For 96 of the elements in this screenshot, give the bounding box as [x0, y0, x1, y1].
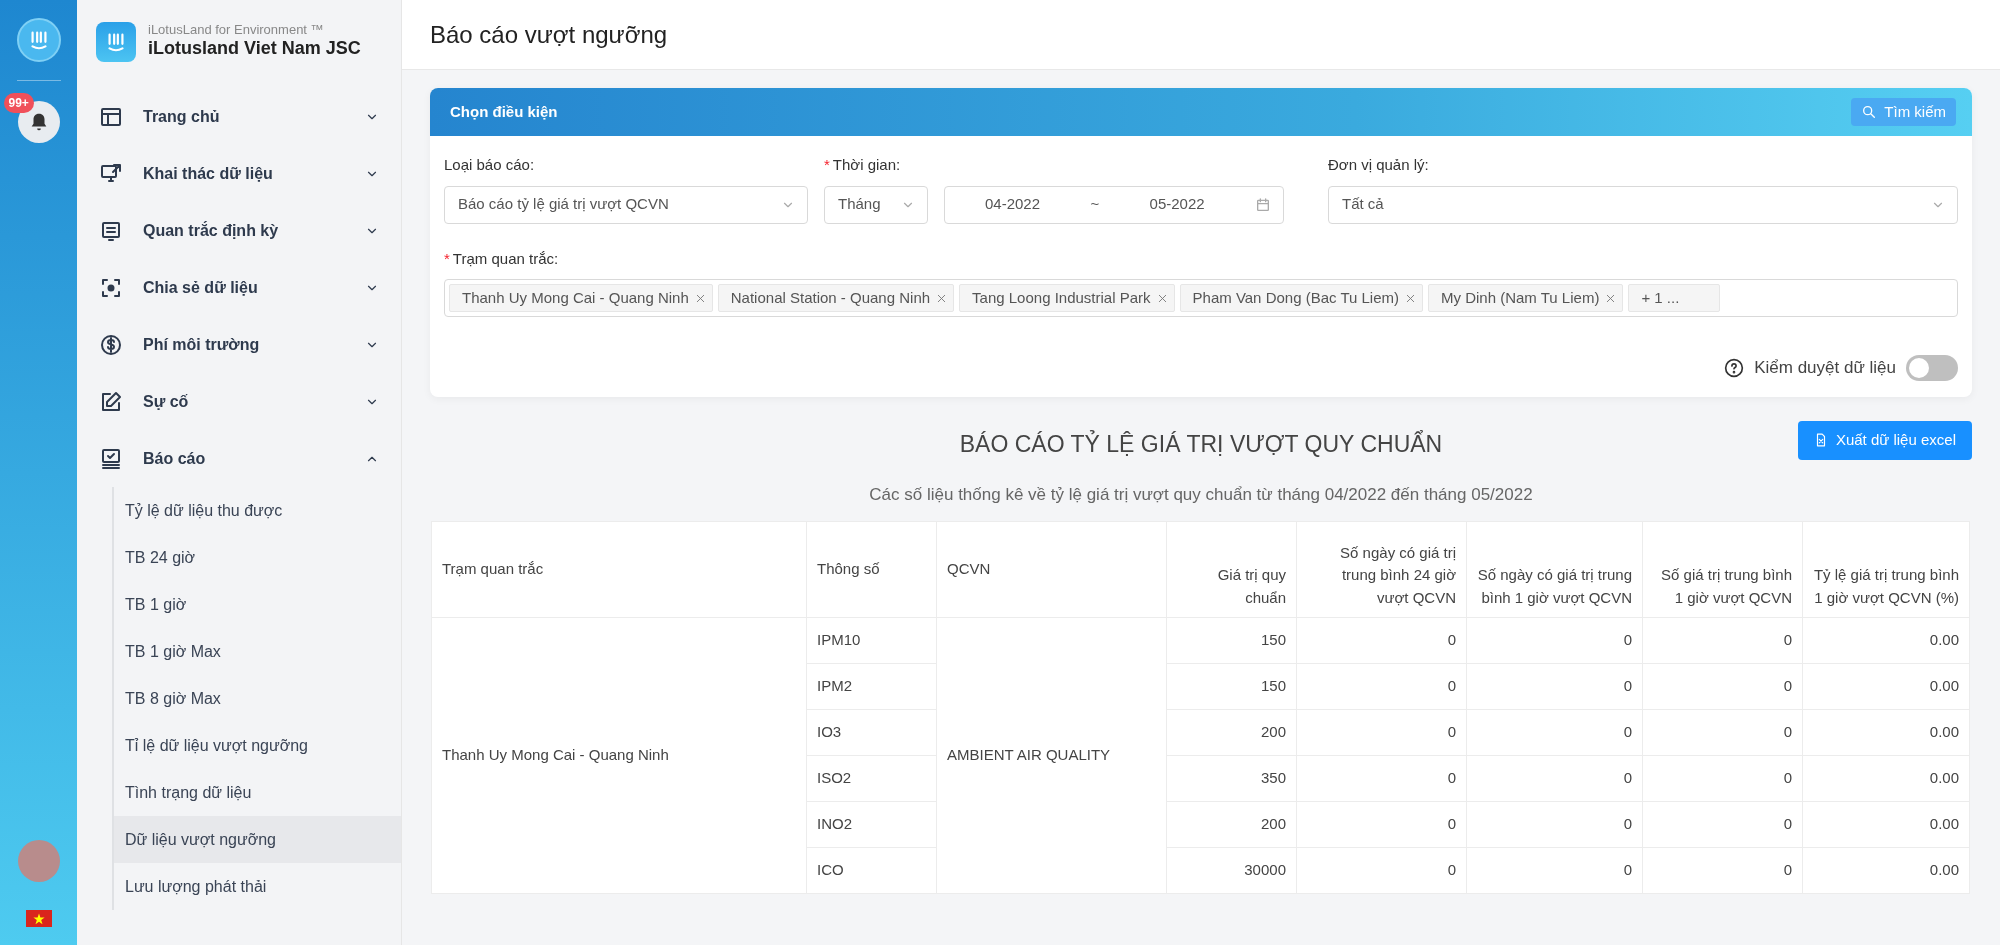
station-tag[interactable]: National Station - Quang Ninh	[717, 284, 955, 312]
table-cell: 0	[1466, 801, 1643, 848]
menu-item[interactable]: Trang chủ	[77, 88, 401, 145]
menu-item[interactable]: Sự cố	[77, 373, 401, 430]
help-icon[interactable]	[1724, 358, 1745, 378]
submenu-item[interactable]: TB 24 giờ	[114, 534, 401, 581]
calendar-icon	[1254, 196, 1271, 213]
table-cell: 0	[1642, 755, 1803, 802]
column-header: Trạm quan trắc	[431, 521, 807, 618]
report-type-select[interactable]: Báo cáo tỷ lệ giá trị vượt QCVN	[444, 185, 808, 224]
submenu-item[interactable]: TB 1 giờ Max	[114, 628, 401, 675]
menu-item[interactable]: Quan trắc định kỳ	[77, 202, 401, 259]
table-cell: 350	[1166, 755, 1297, 802]
station-tag[interactable]: My Dinh (Nam Tu Liem)	[1428, 284, 1624, 312]
card-title: Chọn điều kiện	[450, 101, 558, 122]
page-title: Báo cáo vượt ngưỡng	[402, 0, 2000, 70]
table-cell: AMBIENT AIR QUALITY	[936, 617, 1167, 894]
table-cell: 200	[1166, 709, 1297, 756]
report-subtitle: Các số liệu thống kê về tỷ lệ giá trị vượt quy chuẩn từ tháng 04/2022 đến tháng 05/2022	[868, 483, 1534, 506]
column-header: Số giá trị trung bình 1 giờ vượt QCVN	[1642, 521, 1803, 618]
submenu-item[interactable]: TB 1 giờ	[114, 581, 401, 628]
edit-icon	[99, 389, 123, 414]
column-header: Số ngày có giá trị trung bình 24 giờ vượt QCVN	[1296, 521, 1467, 618]
table-cell: 0	[1466, 663, 1643, 710]
field-label: Trạm quan trắc:	[452, 248, 559, 269]
column-header: Thông số	[806, 521, 937, 618]
search-icon	[1861, 104, 1878, 120]
required-mark: *	[824, 155, 830, 175]
table-cell: 0.00	[1802, 663, 1970, 710]
table-cell: 0	[1296, 755, 1467, 802]
submenu-item[interactable]: Lưu lượng phát thải	[114, 863, 401, 910]
column-header: Tỷ lệ giá trị trung bình 1 giờ vượt QCVN (%)	[1802, 521, 1970, 618]
menu-item[interactable]: Chia sẻ dữ liệu	[77, 259, 401, 316]
field-label: Thời gian:	[832, 155, 901, 175]
more-tag[interactable]: + 1 ...	[1628, 284, 1721, 312]
table-cell: 0	[1642, 663, 1803, 710]
toggle-switch[interactable]	[1906, 355, 1958, 381]
close-icon[interactable]	[1605, 292, 1617, 304]
brand-subtitle: iLotusLand for Environment ™	[148, 23, 325, 38]
column-header: QCVN	[936, 521, 1167, 618]
menu-item[interactable]: Báo cáo	[77, 430, 401, 487]
submenu-item[interactable]: Tình trạng dữ liệu	[114, 769, 401, 816]
close-icon[interactable]	[936, 292, 948, 304]
table-cell: 0.00	[1802, 709, 1970, 756]
close-icon[interactable]	[1405, 292, 1416, 304]
period-select[interactable]: Tháng	[824, 185, 928, 224]
table-cell: 0	[1642, 709, 1803, 756]
field-label: Đơn vị quản lý:	[1328, 155, 1429, 175]
table-cell: Thanh Uy Mong Cai - Quang Ninh	[431, 617, 807, 894]
close-icon[interactable]	[694, 292, 706, 304]
dollar-icon	[99, 332, 123, 357]
report-icon	[99, 446, 123, 471]
table-cell: 0	[1296, 663, 1467, 710]
table-cell: 0	[1296, 801, 1467, 848]
table-cell: 0.00	[1802, 847, 1970, 894]
submenu-item[interactable]: Tỉ lệ dữ liệu vượt ngưỡng	[114, 722, 401, 769]
station-tag[interactable]: Thanh Uy Mong Cai - Quang Ninh	[449, 284, 713, 312]
required-mark: *	[444, 248, 450, 269]
submenu-item[interactable]: Dữ liệu vượt ngưỡng	[114, 816, 401, 863]
date-range-field[interactable]: 04-2022 ~ 05-2022	[944, 185, 1284, 224]
table-cell: 0.00	[1802, 755, 1970, 802]
table-cell: 30000	[1166, 847, 1297, 894]
table-cell: 0	[1296, 617, 1467, 664]
brand-title: iLotusland Viet Nam JSC	[148, 37, 361, 61]
table-cell: 0	[1642, 801, 1803, 848]
table-cell: 0.00	[1802, 617, 1970, 664]
table-cell: 200	[1166, 801, 1297, 848]
table-cell: IPM10	[806, 617, 937, 664]
submenu-item[interactable]: TB 8 giờ Max	[114, 675, 401, 722]
table-cell: 0	[1642, 847, 1803, 894]
toggle-label: Kiểm duyệt dữ liệu	[1754, 357, 1896, 380]
report-title: BÁO CÁO TỶ LỆ GIÁ TRỊ VƯỢT QUY CHUẨN	[959, 429, 1443, 459]
unit-select[interactable]: Tất cả	[1328, 185, 1958, 224]
table-cell: 0	[1642, 617, 1803, 664]
notification-badge: 99+	[3, 93, 34, 113]
table-cell: 0	[1466, 755, 1643, 802]
table-cell: 0	[1296, 709, 1467, 756]
menu-item[interactable]: Khai thác dữ liệu	[77, 145, 401, 202]
logo-icon[interactable]	[16, 18, 61, 62]
submenu-item[interactable]: Tỷ lệ dữ liệu thu được	[114, 487, 401, 534]
table-cell: 0.00	[1802, 801, 1970, 848]
table-cell: 0	[1296, 847, 1467, 894]
station-tag[interactable]: Pham Van Dong (Bac Tu Liem)	[1179, 284, 1423, 312]
station-select[interactable]: Thanh Uy Mong Cai - Quang Ninh National Station - Quang Ninh Tang Loong Industrial Park Pham Van Dong (Bac Tu Liem) My Dinh (Nam Tu Liem) + 1 ...	[444, 279, 1958, 317]
column-header: Giá trị quy chuẩn	[1166, 521, 1297, 618]
close-icon[interactable]	[1156, 292, 1168, 304]
table-cell: 150	[1166, 663, 1297, 710]
table-cell: 150	[1166, 617, 1297, 664]
column-header: Số ngày có giá trị trung bình 1 giờ vượt QCVN	[1466, 521, 1643, 618]
logo-icon	[96, 22, 136, 62]
station-tag[interactable]: Tang Loong Industrial Park	[959, 284, 1175, 312]
table-cell: 0	[1466, 847, 1643, 894]
menu-item[interactable]: Phí môi trường	[77, 316, 401, 373]
table-cell: 0	[1466, 709, 1643, 756]
table-cell: 0	[1466, 617, 1643, 664]
field-label: Loại báo cáo:	[444, 155, 535, 175]
